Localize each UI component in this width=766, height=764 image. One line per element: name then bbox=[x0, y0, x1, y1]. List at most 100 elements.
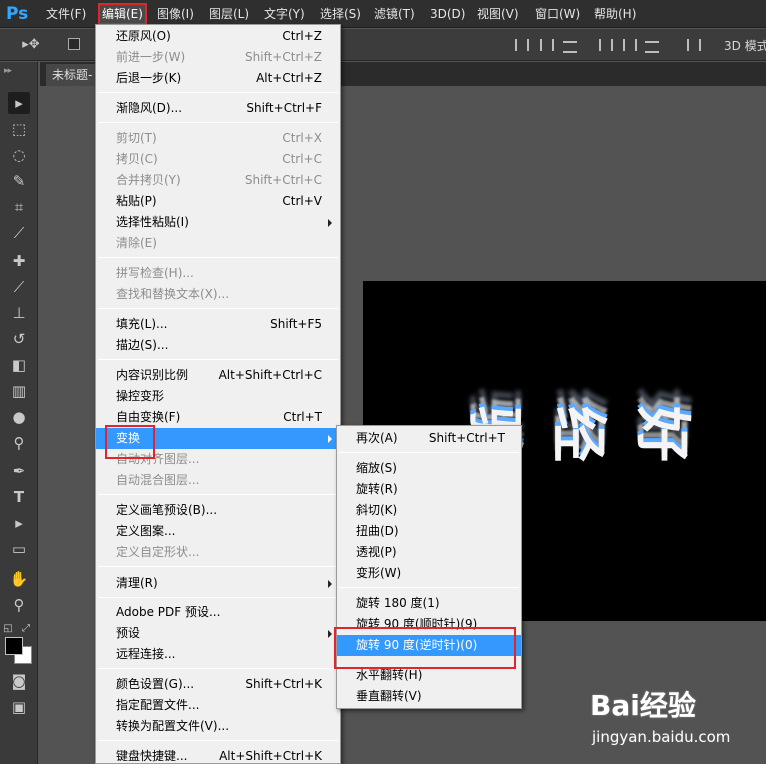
menu-item-transform[interactable]: 变换 bbox=[96, 428, 340, 449]
submenu-item-again[interactable]: 再次(A) Shift+Ctrl+T bbox=[337, 428, 521, 449]
gradient-tool-icon[interactable]: ▥ bbox=[8, 380, 30, 402]
menu-item-stroke[interactable]: 描边(S)... bbox=[96, 335, 340, 356]
menu-item-define-brush[interactable]: 定义画笔预设(B)... bbox=[96, 500, 340, 521]
move-tool-preset-icon[interactable]: ▸✥ bbox=[20, 34, 42, 56]
tools-panel: ▸▸ ▸ ⬚ ◌ ✎ ⌗ ⟋ ✚ ⟋ ⊥ ↺ ◧ ▥ ● ⚲ ✒ T ▸ ▭ ✋… bbox=[0, 62, 38, 764]
dodge-tool-icon[interactable]: ⚲ bbox=[8, 432, 30, 454]
menu-item-pdf-presets[interactable]: Adobe PDF 预设... bbox=[96, 602, 340, 623]
submenu-item-skew[interactable]: 斜切(K) bbox=[337, 500, 521, 521]
submenu-item-rotate[interactable]: 旋转(R) bbox=[337, 479, 521, 500]
menu-item-remote-connections[interactable]: 远程连接... bbox=[96, 644, 340, 665]
blur-tool-icon[interactable]: ● bbox=[8, 406, 30, 428]
menu-item-fill[interactable]: 填充(L)... Shift+F5 bbox=[96, 314, 340, 335]
history-brush-tool-icon[interactable]: ↺ bbox=[8, 328, 30, 350]
menu-3d[interactable]: 3D(D) bbox=[430, 5, 465, 23]
menu-item-free-transform[interactable]: 自由变换(F) Ctrl+T bbox=[96, 407, 340, 428]
menu-window[interactable]: 窗口(W) bbox=[535, 5, 580, 23]
menu-separator bbox=[98, 668, 338, 669]
menu-item-color-settings[interactable]: 颜色设置(G)... Shift+Ctrl+K bbox=[96, 674, 340, 695]
submenu-item-warp[interactable]: 变形(W) bbox=[337, 563, 521, 584]
rectangle-tool-icon[interactable]: ▭ bbox=[8, 538, 30, 560]
align-vcenter-icon[interactable] bbox=[537, 37, 554, 53]
quick-select-tool-icon[interactable]: ✎ bbox=[8, 170, 30, 192]
menu-item-step-backward[interactable]: 后退一步(K) Alt+Ctrl+Z bbox=[96, 68, 340, 89]
eraser-tool-icon[interactable]: ◧ bbox=[8, 354, 30, 376]
crop-tool-icon[interactable]: ⌗ bbox=[8, 196, 30, 218]
menu-view[interactable]: 视图(V) bbox=[477, 5, 519, 23]
submenu-item-rotate-180[interactable]: 旋转 180 度(1) bbox=[337, 593, 521, 614]
align-left-icon[interactable] bbox=[596, 37, 613, 53]
submenu-item-rotate-90-ccw[interactable]: 旋转 90 度(逆时针)(0) bbox=[337, 635, 521, 656]
auto-select-checkbox[interactable] bbox=[68, 38, 80, 50]
path-selection-tool-icon[interactable]: ▸ bbox=[8, 512, 30, 534]
menu-item-auto-blend-layers[interactable]: 自动混合图层... bbox=[96, 470, 340, 491]
align-hcenter-icon[interactable] bbox=[620, 37, 637, 53]
move-tool-icon[interactable]: ▸ bbox=[8, 92, 30, 114]
menu-separator bbox=[98, 92, 338, 93]
menu-item-paste-special[interactable]: 选择性粘贴(I) bbox=[96, 212, 340, 233]
menu-item-define-shape[interactable]: 定义自定形状... bbox=[96, 542, 340, 563]
submenu-item-rotate-90-cw[interactable]: 旋转 90 度(顺时针)(9) bbox=[337, 614, 521, 635]
submenu-item-flip-vertical[interactable]: 垂直翻转(V) bbox=[337, 686, 521, 707]
submenu-item-perspective[interactable]: 透视(P) bbox=[337, 542, 521, 563]
menu-item-copy[interactable]: 拷贝(C) Ctrl+C bbox=[96, 149, 340, 170]
menu-item-spell-check[interactable]: 拼写检查(H)... bbox=[96, 263, 340, 284]
menu-item-cut[interactable]: 剪切(T) Ctrl+X bbox=[96, 128, 340, 149]
menu-edit[interactable]: 编辑(E) bbox=[98, 3, 147, 25]
align-right-icon[interactable] bbox=[644, 37, 660, 53]
menu-item-fade[interactable]: 渐隐风(D)... Shift+Ctrl+F bbox=[96, 98, 340, 119]
menu-item-purge[interactable]: 清理(R) bbox=[96, 573, 340, 594]
menu-separator bbox=[98, 308, 338, 309]
menu-item-clear[interactable]: 清除(E) bbox=[96, 233, 340, 254]
menu-item-puppet-warp[interactable]: 操控变形 bbox=[96, 386, 340, 407]
zoom-tool-icon[interactable]: ⚲ bbox=[8, 594, 30, 616]
menu-type[interactable]: 文字(Y) bbox=[264, 5, 305, 23]
watermark-url: jingyan.baidu.com bbox=[592, 728, 731, 746]
menu-item-keyboard-shortcuts[interactable]: 键盘快捷键... Alt+Shift+Ctrl+K bbox=[96, 746, 340, 763]
hand-tool-icon[interactable]: ✋ bbox=[8, 568, 30, 590]
clone-stamp-tool-icon[interactable]: ⊥ bbox=[8, 302, 30, 324]
submenu-arrow-icon bbox=[328, 580, 332, 588]
submenu-item-flip-horizontal[interactable]: 水平翻转(H) bbox=[337, 665, 521, 686]
align-top-icon[interactable] bbox=[512, 37, 529, 53]
eyedropper-tool-icon[interactable]: ⟋ bbox=[8, 222, 30, 244]
menu-item-copy-merged[interactable]: 合并拷贝(Y) Shift+Ctrl+C bbox=[96, 170, 340, 191]
quick-mask-icon[interactable]: ◙ bbox=[8, 670, 30, 692]
menu-separator bbox=[98, 566, 338, 567]
menu-item-content-aware-scale[interactable]: 内容识别比例 Alt+Shift+Ctrl+C bbox=[96, 365, 340, 386]
menu-item-step-forward[interactable]: 前进一步(W) Shift+Ctrl+Z bbox=[96, 47, 340, 68]
lasso-tool-icon[interactable]: ◌ bbox=[8, 144, 30, 166]
auto-align-icon[interactable] bbox=[684, 37, 701, 53]
foreground-color-swatch[interactable] bbox=[5, 637, 23, 655]
submenu-item-distort[interactable]: 扭曲(D) bbox=[337, 521, 521, 542]
menu-separator bbox=[339, 587, 519, 588]
menu-item-define-pattern[interactable]: 定义图案... bbox=[96, 521, 340, 542]
menu-select[interactable]: 选择(S) bbox=[320, 5, 361, 23]
photoshop-logo: Ps bbox=[6, 4, 29, 24]
menu-help[interactable]: 帮助(H) bbox=[594, 5, 636, 23]
menu-separator bbox=[98, 494, 338, 495]
submenu-item-scale[interactable]: 缩放(S) bbox=[337, 458, 521, 479]
menu-separator bbox=[339, 452, 519, 453]
menu-item-convert-profile[interactable]: 转换为配置文件(V)... bbox=[96, 716, 340, 737]
screen-mode-icon[interactable]: ▣ bbox=[8, 696, 30, 718]
type-tool-icon[interactable]: T bbox=[8, 486, 30, 508]
menu-item-presets[interactable]: 预设 bbox=[96, 623, 340, 644]
menu-image[interactable]: 图像(I) bbox=[157, 5, 194, 23]
3d-mode-label: 3D 模式 bbox=[724, 39, 766, 53]
marquee-tool-icon[interactable]: ⬚ bbox=[8, 118, 30, 140]
menu-item-paste[interactable]: 粘贴(P) Ctrl+V bbox=[96, 191, 340, 212]
align-bottom-icon[interactable] bbox=[562, 37, 578, 53]
menu-file[interactable]: 文件(F) bbox=[46, 5, 86, 23]
menu-item-undo[interactable]: 还原风(O) Ctrl+Z bbox=[96, 26, 340, 47]
menu-item-find-replace[interactable]: 查找和替换文本(X)... bbox=[96, 284, 340, 305]
brush-tool-icon[interactable]: ⟋ bbox=[8, 276, 30, 298]
panel-grip-icon[interactable]: ▸▸ bbox=[4, 66, 12, 76]
menu-layer[interactable]: 图层(L) bbox=[209, 5, 249, 23]
menu-filter[interactable]: 滤镜(T) bbox=[374, 5, 415, 23]
menu-item-assign-profile[interactable]: 指定配置文件... bbox=[96, 695, 340, 716]
menu-item-auto-align-layers[interactable]: 自动对齐图层... bbox=[96, 449, 340, 470]
pen-tool-icon[interactable]: ✒ bbox=[8, 460, 30, 482]
submenu-arrow-icon bbox=[328, 630, 332, 638]
healing-brush-tool-icon[interactable]: ✚ bbox=[8, 250, 30, 272]
